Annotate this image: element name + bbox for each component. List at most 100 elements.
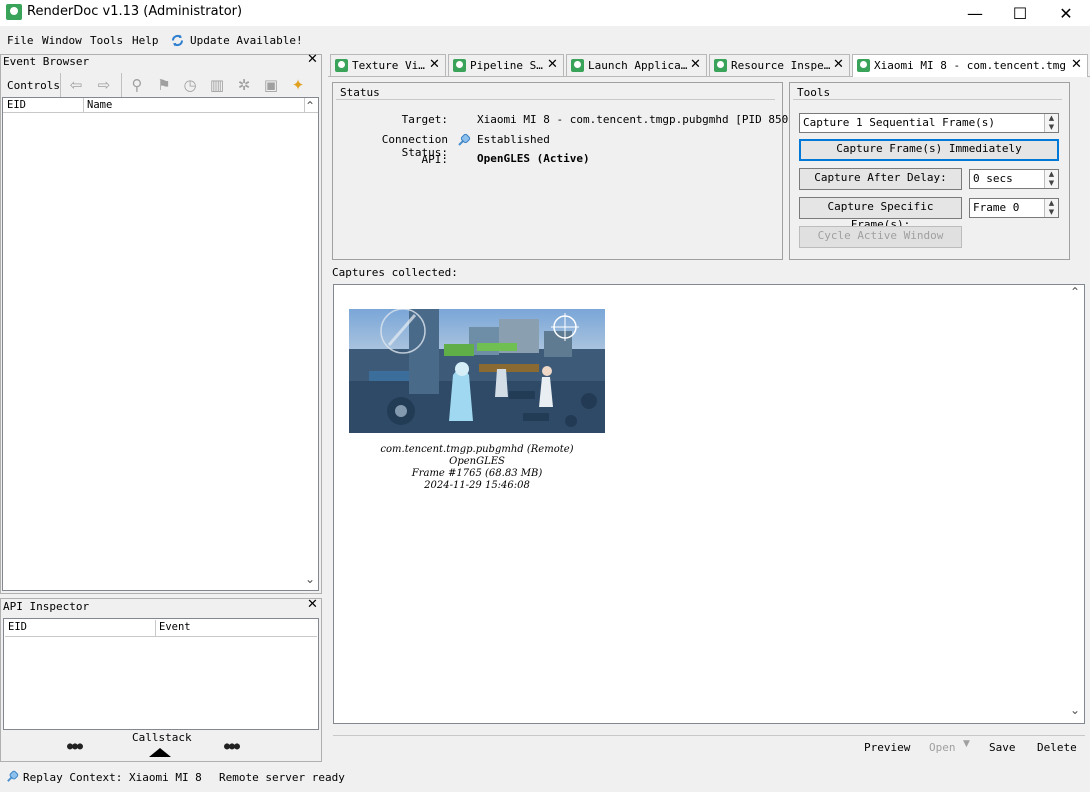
expand-callstack-icon[interactable] — [149, 748, 171, 757]
scroll-down-arrow[interactable]: ⌄ — [305, 572, 315, 586]
renderdoc-tab-icon — [857, 59, 870, 72]
spin-arrows-icon[interactable]: ▲ ▼ — [1044, 170, 1058, 188]
puzzle-icon[interactable]: ✦ — [289, 76, 307, 94]
save-button[interactable]: Save — [989, 741, 1016, 754]
api-event-list[interactable]: EID Event — [3, 618, 319, 730]
sequential-frames-stepper[interactable]: Capture 1 Sequential Frame(s) ▲ ▼ — [799, 113, 1059, 133]
frame-value: Frame 0 — [973, 201, 1020, 214]
capture-actions-bar — [333, 735, 1085, 757]
spin-arrows-icon[interactable]: ▲ ▼ — [1044, 199, 1058, 217]
api-event-header: EID Event — [5, 620, 317, 637]
spin-arrows-icon[interactable]: ▲ ▼ — [1044, 114, 1058, 132]
event-list[interactable]: EID Name ⌃ ⌄ — [2, 97, 319, 591]
tab-pipeline-state[interactable]: Pipeline S… ✕ — [448, 54, 564, 76]
tab-remote-connection[interactable]: Xiaomi MI 8 - com.tencent.tmgp… ✕ — [852, 54, 1088, 77]
toolbar-separator — [60, 73, 61, 97]
scroll-down-arrow[interactable]: ⌄ — [1070, 703, 1080, 717]
column-separator — [155, 620, 156, 637]
tools-divider — [793, 99, 1062, 100]
api-value: OpenGLES (Active) — [477, 152, 590, 165]
column-eid[interactable]: EID — [8, 621, 27, 633]
capture-app: com.tencent.tmgp.pubgmhd (Remote) — [380, 444, 574, 455]
status-divider — [336, 99, 775, 100]
save-icon[interactable]: ▣ — [262, 76, 280, 94]
delay-value: 0 secs — [973, 172, 1013, 185]
preview-button[interactable]: Preview — [864, 741, 910, 754]
replay-context: Replay Context: Xiaomi MI 8 — [23, 771, 202, 784]
tab-launch-application[interactable]: Launch Applica… ✕ — [566, 54, 707, 76]
callstack-label[interactable]: Callstack — [132, 731, 192, 744]
maximize-button[interactable]: ☐ — [997, 0, 1043, 26]
target-value: Xiaomi MI 8 - com.tencent.tmgp.pubgmhd [… — [477, 113, 802, 126]
tab-close-icon[interactable]: ✕ — [690, 57, 701, 72]
window-title: RenderDoc v1.13 (Administrator) — [27, 4, 243, 19]
scroll-up-arrow[interactable]: ⌃ — [1070, 285, 1080, 299]
tab-label: Pipeline S… — [470, 59, 543, 72]
frame-stepper[interactable]: Frame 0 ▲ ▼ — [969, 198, 1059, 218]
minimize-button[interactable]: — — [952, 0, 998, 26]
scroll-up-arrow[interactable]: ⌃ — [305, 99, 315, 113]
tab-close-icon[interactable]: ✕ — [547, 57, 558, 72]
renderdoc-tab-icon — [453, 59, 466, 72]
tab-label: Resource Inspe… — [731, 59, 831, 72]
event-browser-title: Event Browser — [3, 55, 90, 68]
clock-icon[interactable]: ◷ — [181, 76, 199, 94]
tab-close-icon[interactable]: ✕ — [429, 57, 440, 72]
open-dropdown-icon[interactable]: ▼ — [963, 739, 970, 749]
api-inspector-title: API Inspector — [3, 600, 90, 613]
event-list-header: EID Name — [3, 98, 318, 113]
tab-close-icon[interactable]: ✕ — [1071, 57, 1082, 72]
more-left-icon[interactable]: ●●● — [67, 741, 83, 752]
menu-bar: File Window Tools Help Update Available! — [0, 30, 1090, 50]
column-event[interactable]: Event — [159, 621, 191, 633]
renderdoc-tab-icon — [571, 59, 584, 72]
renderdoc-logo-icon — [6, 4, 22, 20]
tab-resource-inspector[interactable]: Resource Inspe… ✕ — [709, 54, 850, 76]
flag-icon[interactable]: ⚑ — [155, 76, 173, 94]
open-button[interactable]: Open — [929, 741, 956, 754]
delay-stepper[interactable]: 0 secs ▲ ▼ — [969, 169, 1059, 189]
menu-update-available[interactable]: Update Available! — [190, 34, 303, 47]
tab-label: Texture Vi… — [352, 59, 425, 72]
refresh-icon[interactable] — [170, 33, 185, 48]
capture-specific-frames-button[interactable]: Capture Specific Frame(s): — [799, 197, 962, 231]
gear-icon[interactable]: ✲ — [235, 76, 253, 94]
capture-frame: Frame #1765 (68.83 MB) — [411, 468, 543, 479]
close-window-button[interactable]: ✕ — [1043, 0, 1089, 26]
cycle-active-window-button[interactable]: Cycle Active Window — [799, 226, 962, 248]
menu-tools[interactable]: Tools — [90, 34, 123, 47]
tab-close-icon[interactable]: ✕ — [833, 57, 844, 72]
connected-plug-icon — [456, 132, 472, 148]
captures-label: Captures collected: — [332, 266, 458, 279]
capture-thumbnail[interactable] — [349, 309, 605, 433]
column-eid[interactable]: EID — [7, 99, 26, 111]
capture-after-delay-button[interactable]: Capture After Delay: — [799, 168, 962, 190]
capture-caption[interactable]: com.tencent.tmgp.pubgmhd (Remote) OpenGL… — [349, 444, 605, 492]
server-status: Remote server ready — [219, 771, 345, 784]
api-inspector-close-icon[interactable]: ✕ — [307, 597, 318, 612]
timeline-icon[interactable]: ▥ — [208, 76, 226, 94]
sequential-frames-value: Capture 1 Sequential Frame(s) — [803, 116, 996, 129]
arrow-left-icon[interactable]: ⇦ — [67, 76, 85, 94]
status-title: Status — [340, 86, 380, 99]
api-label: API: — [421, 153, 449, 166]
tab-texture-viewer[interactable]: Texture Vi… ✕ — [330, 54, 446, 76]
toolbar-separator — [121, 73, 122, 97]
more-right-icon[interactable]: ●●● — [224, 741, 240, 752]
event-browser-close-icon[interactable]: ✕ — [307, 52, 318, 67]
delete-button[interactable]: Delete — [1037, 741, 1077, 754]
capture-timestamp: 2024-11-29 15:46:08 — [424, 480, 530, 491]
menu-file[interactable]: File — [7, 34, 34, 47]
renderdoc-tab-icon — [335, 59, 348, 72]
menu-help[interactable]: Help — [132, 34, 159, 47]
controls-label: Controls — [7, 79, 60, 92]
title-bar: RenderDoc v1.13 (Administrator) — ☐ ✕ — [0, 0, 1090, 26]
column-name[interactable]: Name — [87, 99, 112, 111]
tab-label: Launch Applica… — [588, 59, 688, 72]
arrow-right-icon[interactable]: ⇨ — [95, 76, 113, 94]
capture-immediately-button[interactable]: Capture Frame(s) Immediately — [799, 139, 1059, 161]
connected-plug-icon — [5, 769, 20, 784]
renderdoc-tab-icon — [714, 59, 727, 72]
menu-window[interactable]: Window — [42, 34, 82, 47]
binoculars-icon[interactable]: ⚲ — [128, 76, 146, 94]
